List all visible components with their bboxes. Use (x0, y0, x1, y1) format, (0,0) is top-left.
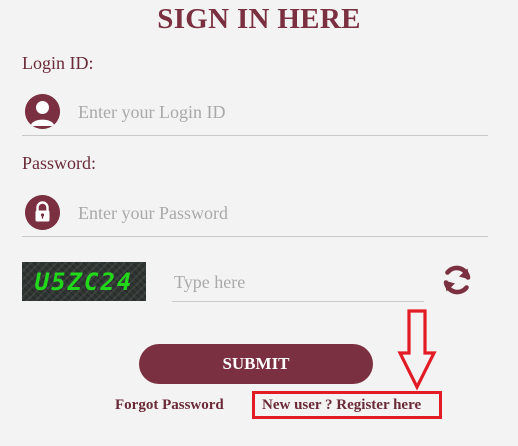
password-label: Password: (22, 153, 97, 173)
password-input[interactable] (76, 197, 480, 229)
down-arrow-annotation (397, 309, 437, 396)
register-link[interactable]: New user ? Register here (262, 397, 421, 414)
login-id-row (22, 87, 488, 136)
submit-button[interactable]: SUBMIT (139, 344, 373, 384)
captcha-code: U5ZC24 (34, 267, 134, 296)
refresh-icon[interactable] (439, 262, 475, 298)
page-title: SIGN IN HERE (157, 3, 361, 35)
captcha-image: U5ZC24 (22, 262, 146, 301)
captcha-input[interactable] (172, 268, 416, 296)
login-id-label: Login ID: (22, 53, 94, 73)
captcha-row (172, 258, 424, 302)
forgot-password-link[interactable]: Forgot Password (115, 397, 224, 414)
user-avatar-icon (25, 94, 60, 129)
password-row (22, 188, 488, 237)
login-id-input[interactable] (76, 96, 480, 128)
lock-icon (25, 195, 60, 230)
